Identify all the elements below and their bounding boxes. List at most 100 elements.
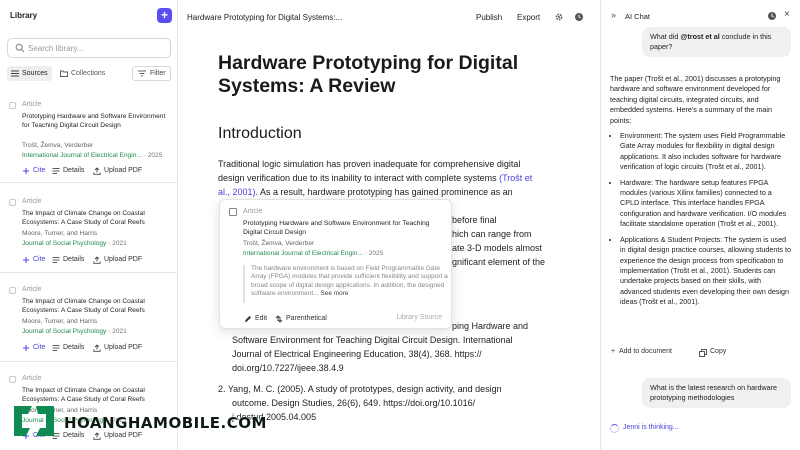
upload-pdf-button[interactable]: Upload PDF [93, 166, 142, 176]
chat-header: » AI Chat × [601, 0, 800, 30]
upload-label: Upload PDF [104, 256, 143, 263]
message-text: What did [650, 32, 681, 41]
details-button[interactable]: Details [52, 343, 84, 353]
tab-collections[interactable]: Collections [56, 66, 114, 81]
watermark-logo-icon [14, 406, 54, 436]
assistant-message: The paper (Trošt et al., 2001) discusses… [610, 74, 792, 313]
publish-button[interactable]: Publish [476, 13, 502, 22]
para-line: al., 2001). As a result, hardware protot… [218, 185, 558, 199]
popover-journal-name: International Journal of Electrical Engi… [243, 250, 363, 257]
edit-button[interactable]: Edit [244, 314, 267, 324]
details-label: Details [63, 167, 85, 174]
para-text: before final [452, 215, 497, 225]
filter-icon [138, 70, 146, 77]
tab-collections-label: Collections [71, 70, 106, 77]
tab-sources-label: Sources [22, 70, 48, 77]
popover-authors: Trošt, Žemva, Verderber [243, 240, 315, 247]
thinking-text: Jenni is thinking... [623, 424, 679, 431]
close-icon[interactable]: × [784, 9, 790, 20]
document-name[interactable]: Hardware Prototyping for Digital Systems… [187, 13, 342, 22]
inline-citation[interactable]: (Trošt et [499, 173, 532, 183]
assistant-actions: + Add to document Copy [611, 348, 791, 358]
card-kind: Article [22, 101, 42, 108]
card-checkbox[interactable] [9, 199, 16, 206]
document-body[interactable]: Hardware Prototyping for Digital Systems… [218, 52, 558, 422]
cite-button[interactable]: Cite [22, 255, 45, 265]
upload-pdf-button[interactable]: Upload PDF [93, 343, 142, 353]
para-text: hich can range from [452, 229, 532, 239]
card-title: The Impact of Climate Change on Coastal … [22, 298, 145, 314]
intro-paragraph[interactable]: Traditional logic simulation has proven … [218, 157, 558, 267]
upload-icon [93, 344, 101, 352]
card-kind: Article [22, 198, 42, 205]
parenthetical-button[interactable]: Parenthetical [275, 314, 327, 324]
watermark: HOANGHAMOBILE.COM [8, 402, 267, 442]
details-icon [52, 168, 60, 174]
upload-pdf-button[interactable]: Upload PDF [93, 255, 142, 265]
abstract-text: The hardware environment is based on Fie… [251, 265, 448, 298]
collapse-icon[interactable]: » [611, 10, 616, 20]
copy-icon [699, 349, 707, 357]
plus-icon [23, 168, 29, 174]
article-icon [229, 208, 237, 216]
search-input[interactable] [28, 42, 166, 55]
section-heading[interactable]: Introduction [218, 125, 302, 143]
reference-text: ping Hardware and [452, 321, 529, 331]
sidebar-title: Library [10, 11, 38, 20]
cite-button[interactable]: Cite [22, 343, 45, 353]
citation-popover[interactable]: Article Prototyping Hardware and Softwar… [219, 199, 452, 329]
add-source-button[interactable]: + [157, 8, 172, 23]
para-text: . As a result, hardware prototyping has … [255, 187, 513, 197]
source-card[interactable]: Article The Impact of Climate Change on … [0, 193, 177, 273]
list-item: Applications & Student Projects: The sys… [620, 235, 792, 308]
card-actions: Cite Details Upload PDF [22, 255, 172, 265]
list-item: Environment: The system uses Field Progr… [620, 131, 792, 173]
reference-text: Journal of Electrical Engineering Educat… [232, 349, 482, 359]
card-journal-name: International Journal of Electrical Engi… [22, 152, 142, 159]
gear-icon[interactable] [554, 12, 564, 22]
card-checkbox[interactable] [9, 376, 16, 383]
para-line: Traditional logic simulation has proven … [218, 159, 521, 169]
thinking-indicator: Jenni is thinking... [610, 424, 679, 433]
pencil-icon [245, 316, 251, 322]
popover-kind: Article [243, 208, 263, 215]
inline-citation[interactable]: al., 2001) [218, 187, 256, 197]
card-authors: Moore, Turner, and Harris [22, 318, 98, 325]
search-icon [15, 43, 25, 53]
filter-button[interactable]: Filter [132, 66, 171, 81]
details-button[interactable]: Details [52, 255, 84, 265]
folder-icon [60, 70, 68, 77]
upload-label: Upload PDF [104, 344, 143, 351]
history-icon[interactable] [767, 11, 777, 21]
summary-list: Environment: The system uses Field Progr… [610, 131, 792, 308]
details-icon [52, 257, 60, 263]
source-card[interactable]: Article The Impact of Climate Change on … [0, 281, 177, 362]
card-checkbox[interactable] [9, 287, 16, 294]
card-title: Prototyping Hardware and Software Enviro… [22, 113, 166, 129]
card-kind: Article [22, 375, 42, 382]
cite-button[interactable]: Cite [22, 166, 45, 176]
assistant-intro: The paper (Trošt et al., 2001) discusses… [610, 74, 781, 125]
details-button[interactable]: Details [52, 166, 84, 176]
document-title[interactable]: Hardware Prototyping for Digital Systems… [218, 52, 548, 98]
card-journal: Journal of Social Psychology · 2021 [22, 240, 127, 247]
list-icon [11, 70, 19, 77]
filter-label: Filter [150, 70, 166, 77]
source-card[interactable]: Article Prototyping Hardware and Softwar… [0, 96, 177, 183]
export-button[interactable]: Export [517, 13, 540, 22]
editor-toolbar: Hardware Prototyping for Digital Systems… [178, 0, 600, 36]
popover-year: · 2025 [362, 250, 384, 257]
popover-title: Prototyping Hardware and Software Enviro… [243, 220, 430, 236]
reference-text: Software Environment for Teaching Digita… [232, 335, 513, 345]
cite-label: Cite [33, 344, 46, 351]
popover-abstract: The hardware environment is based on Fie… [243, 265, 448, 303]
add-to-document-button[interactable]: + Add to document [611, 348, 672, 355]
see-more-link[interactable]: See more [319, 290, 348, 297]
copy-button[interactable]: Copy [699, 348, 726, 357]
popover-journal: International Journal of Electrical Engi… [243, 250, 383, 257]
history-icon[interactable] [574, 12, 584, 22]
search-box[interactable] [7, 38, 171, 58]
tab-sources[interactable]: Sources [7, 66, 52, 81]
card-checkbox[interactable] [9, 102, 16, 109]
card-journal: Journal of Social Psychology · 2021 [22, 328, 127, 335]
